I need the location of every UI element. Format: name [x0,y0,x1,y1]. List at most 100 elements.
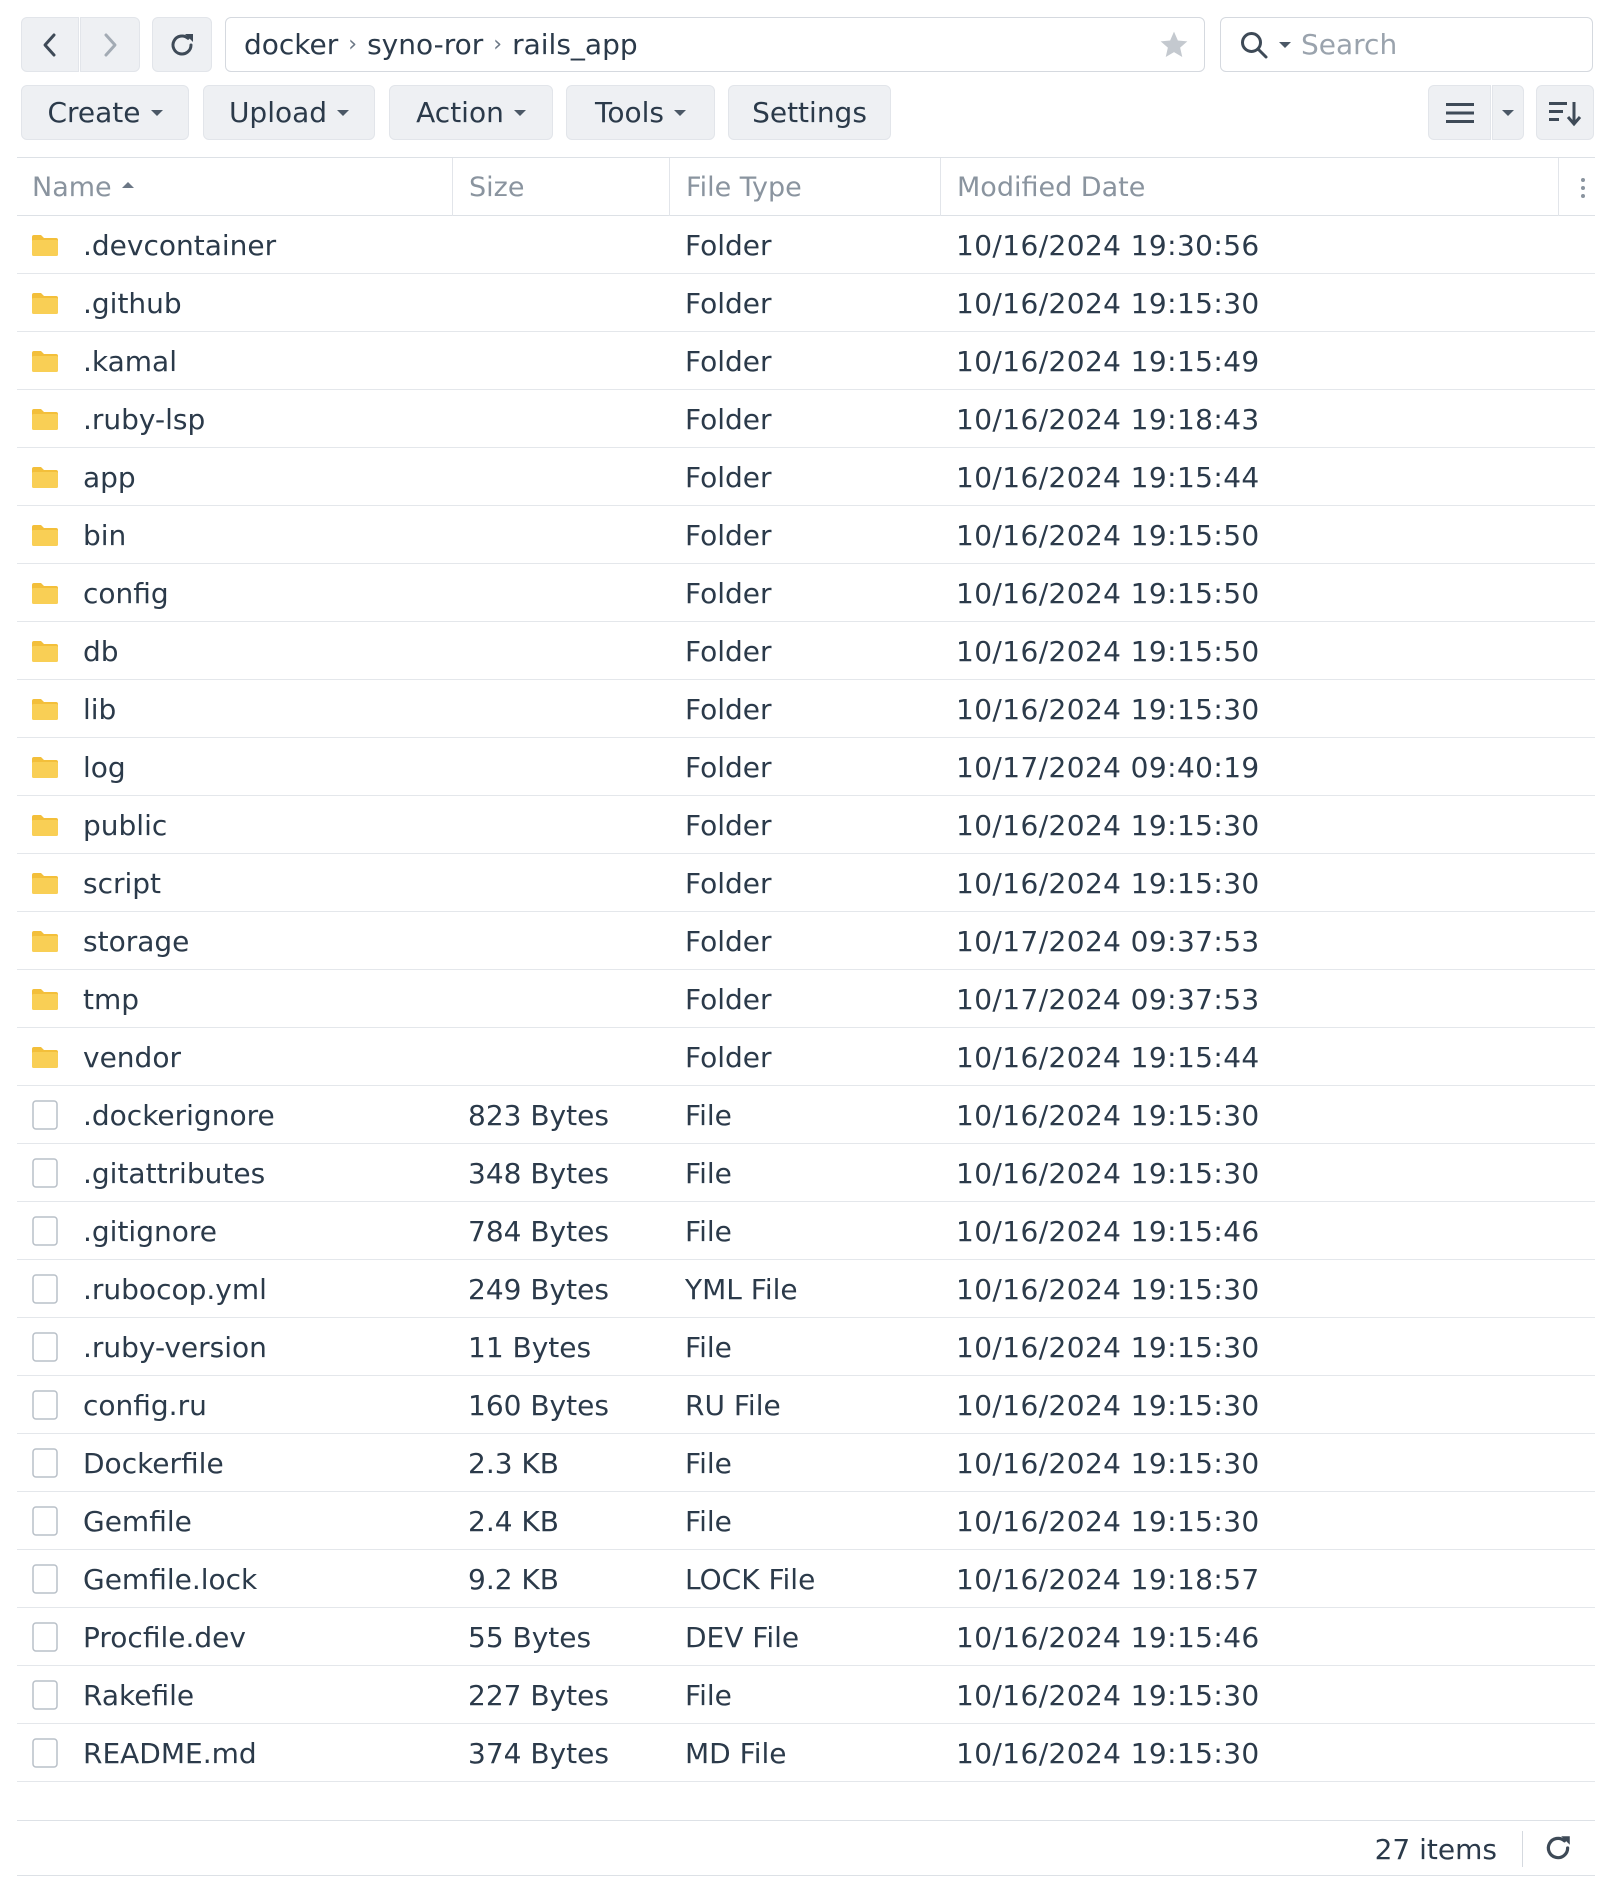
file-name[interactable]: tmp [83,970,139,1028]
upload-label: Upload [228,96,328,129]
file-size: 249 Bytes [468,1272,609,1306]
table-row[interactable]: db Folder 10/16/2024 19:15:50 [17,622,1595,680]
refresh-button[interactable] [152,17,212,72]
column-divider[interactable] [452,158,453,216]
table-row[interactable]: README.md 374 Bytes MD File 10/16/2024 19:1… [17,1724,1595,1782]
modified-date: 10/17/2024 09:37:53 [956,924,1260,958]
table-row[interactable]: log Folder 10/17/2024 09:40:19 [17,738,1595,796]
file-list: Name Size File Type Modified Date .devco [17,157,1595,1782]
table-row[interactable]: .github Folder 10/16/2024 19:15:30 [17,274,1595,332]
sort-button[interactable] [1536,85,1594,140]
column-header-date[interactable]: Modified Date [957,158,1145,216]
row-icon [31,1492,59,1550]
table-row[interactable]: bin Folder 10/16/2024 19:15:50 [17,506,1595,564]
file-name[interactable]: bin [83,506,126,564]
file-name[interactable]: Gemfile.lock [83,1550,257,1608]
table-row[interactable]: .devcontainer Folder 10/16/2024 19:30:56 [17,216,1595,274]
search-icon[interactable] [1239,30,1269,60]
table-row[interactable]: .gitignore 784 Bytes File 10/16/2024 19:15:… [17,1202,1595,1260]
table-row[interactable]: config.ru 160 Bytes RU File 10/16/2024 19:1… [17,1376,1595,1434]
view-mode-dropdown[interactable] [1492,85,1524,140]
table-row[interactable]: .ruby-lsp Folder 10/16/2024 19:18:43 [17,390,1595,448]
search-box[interactable] [1220,17,1593,72]
table-row[interactable]: script Folder 10/16/2024 19:15:30 [17,854,1595,912]
column-divider[interactable] [1558,158,1559,216]
file-name[interactable]: .gitattributes [83,1144,265,1202]
row-icon [31,680,59,738]
breadcrumb-syno-ror[interactable]: syno-ror [367,28,483,61]
file-name[interactable]: Dockerfile [83,1434,224,1492]
column-header-type[interactable]: File Type [686,158,802,216]
file-name[interactable]: config.ru [83,1376,207,1434]
table-row[interactable]: storage Folder 10/17/2024 09:37:53 [17,912,1595,970]
file-name[interactable]: db [83,622,119,680]
row-icon [31,1260,59,1318]
file-name[interactable]: .ruby-version [83,1318,267,1376]
file-name[interactable]: Rakefile [83,1666,194,1724]
create-button[interactable]: Create [21,85,189,140]
table-header: Name Size File Type Modified Date [17,158,1595,216]
list-view-button[interactable] [1428,85,1491,140]
table-row[interactable]: .kamal Folder 10/16/2024 19:15:49 [17,332,1595,390]
table-row[interactable]: .dockerignore 823 Bytes File 10/16/2024 19:… [17,1086,1595,1144]
file-name[interactable]: .kamal [83,332,177,390]
file-name[interactable]: vendor [83,1028,181,1086]
table-row[interactable]: .ruby-version 11 Bytes File 10/16/2024 19:1… [17,1318,1595,1376]
column-header-name[interactable]: Name [32,158,134,216]
path-bar[interactable]: docker › syno-ror › rails_app [225,17,1205,72]
table-row[interactable]: Procfile.dev 55 Bytes DEV File 10/16/2024 1… [17,1608,1595,1666]
table-row[interactable]: .gitattributes 348 Bytes File 10/16/2024 19… [17,1144,1595,1202]
search-input[interactable] [1301,28,1561,61]
file-name[interactable]: Gemfile [83,1492,192,1550]
tools-button[interactable]: Tools [566,85,715,140]
chevron-down-icon[interactable] [1279,41,1291,48]
file-name[interactable]: .github [83,274,182,332]
star-icon[interactable] [1158,29,1190,61]
column-header-size[interactable]: Size [469,158,524,216]
table-row[interactable]: tmp Folder 10/17/2024 09:37:53 [17,970,1595,1028]
breadcrumb-docker[interactable]: docker [244,28,338,61]
file-type: Folder [685,982,772,1016]
forward-button[interactable] [80,17,140,72]
file-name[interactable]: .gitignore [83,1202,217,1260]
sort-icon [1549,101,1582,126]
folder-icon [32,1047,58,1068]
settings-label: Settings [752,96,867,129]
modified-date: 10/17/2024 09:37:53 [956,982,1260,1016]
file-name[interactable]: log [83,738,126,796]
settings-button[interactable]: Settings [728,85,891,140]
breadcrumb-rails-app[interactable]: rails_app [512,28,638,61]
column-divider[interactable] [669,158,670,216]
action-button[interactable]: Action [389,85,553,140]
file-size: 784 Bytes [468,1214,609,1248]
table-row[interactable]: config Folder 10/16/2024 19:15:50 [17,564,1595,622]
table-row[interactable]: app Folder 10/16/2024 19:15:44 [17,448,1595,506]
upload-button[interactable]: Upload [203,85,375,140]
table-row[interactable]: lib Folder 10/16/2024 19:15:30 [17,680,1595,738]
file-name[interactable]: .devcontainer [83,216,276,274]
back-button[interactable] [21,17,79,72]
file-name[interactable]: README.md [83,1724,257,1782]
table-row[interactable]: Rakefile 227 Bytes File 10/16/2024 19:15:30 [17,1666,1595,1724]
file-name[interactable]: app [83,448,136,506]
table-row[interactable]: vendor Folder 10/16/2024 19:15:44 [17,1028,1595,1086]
file-name[interactable]: storage [83,912,189,970]
table-row[interactable]: .rubocop.yml 249 Bytes YML File 10/16/2024 … [17,1260,1595,1318]
file-name[interactable]: .rubocop.yml [83,1260,267,1318]
file-name[interactable]: config [83,564,169,622]
file-name[interactable]: .dockerignore [83,1086,275,1144]
file-name[interactable]: lib [83,680,116,738]
table-row[interactable]: Dockerfile 2.3 KB File 10/16/2024 19:15:30 [17,1434,1595,1492]
folder-icon [32,815,58,836]
table-row[interactable]: Gemfile.lock 9.2 KB LOCK File 10/16/2024 19… [17,1550,1595,1608]
refresh-icon[interactable] [1543,1833,1573,1863]
file-name[interactable]: public [83,796,167,854]
table-row[interactable]: public Folder 10/16/2024 19:15:30 [17,796,1595,854]
table-row[interactable]: Gemfile 2.4 KB File 10/16/2024 19:15:30 [17,1492,1595,1550]
file-name[interactable]: Procfile.dev [83,1608,246,1666]
file-name[interactable]: script [83,854,161,912]
column-menu-icon[interactable] [1579,177,1587,199]
row-icon [31,1376,59,1434]
file-name[interactable]: .ruby-lsp [83,390,205,448]
column-divider[interactable] [940,158,941,216]
